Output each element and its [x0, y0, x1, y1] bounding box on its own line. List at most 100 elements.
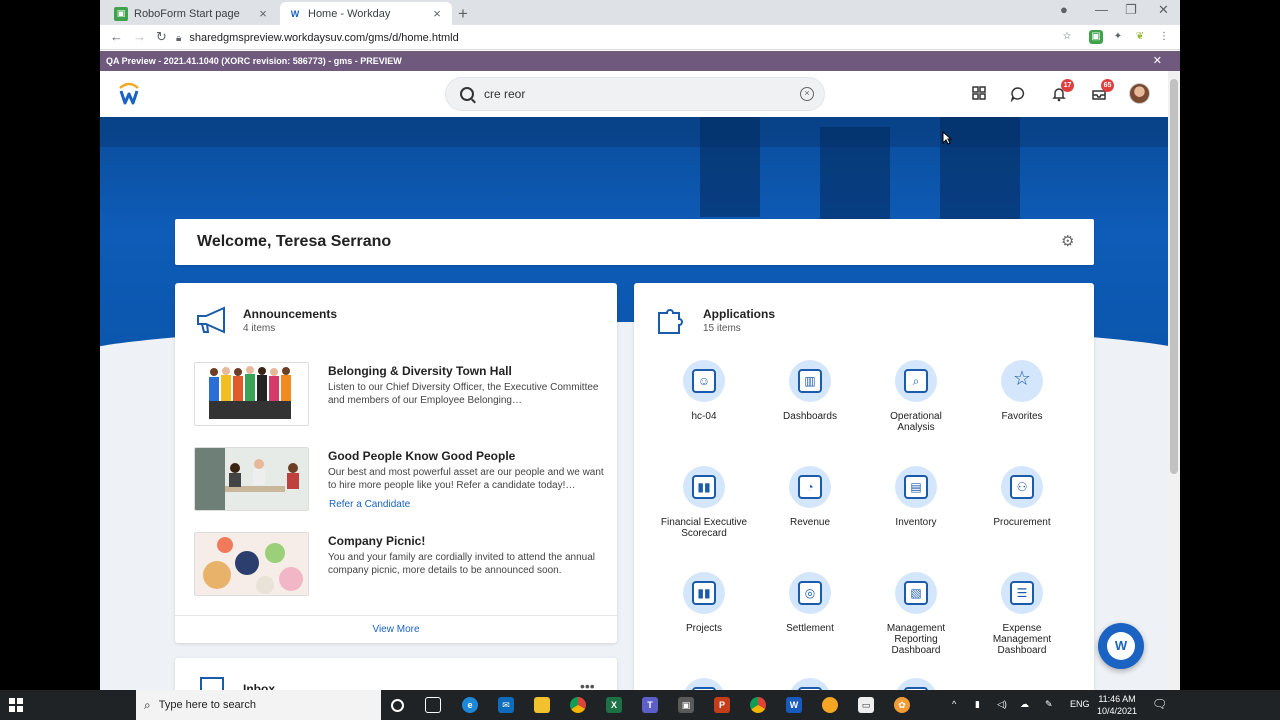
address-bar[interactable]: 🔒︎ sharedgmspreview.workdaysuv.com/gms/d…: [176, 28, 1076, 48]
app-management-reporting-dashboard[interactable]: ▧ Management Reporting Dashboard: [871, 572, 961, 656]
volume-icon[interactable]: ◁): [997, 699, 1007, 710]
language-indicator[interactable]: ENG: [1070, 699, 1090, 709]
app-revenue[interactable]: ◔ Revenue: [765, 466, 855, 528]
workday-favicon-icon: W: [288, 6, 302, 21]
announcement-title[interactable]: Good People Know Good People: [328, 449, 515, 463]
cloud-icon[interactable]: ☁: [1020, 699, 1029, 710]
store-icon[interactable]: ▣: [678, 697, 694, 713]
expense-icon: ☰: [1001, 572, 1043, 614]
chrome-icon[interactable]: [750, 697, 766, 713]
app-label: Operational Analysis: [890, 411, 942, 433]
excel-icon[interactable]: X: [606, 697, 622, 713]
usb-icon[interactable]: ▮: [975, 699, 980, 710]
close-banner-icon[interactable]: ✕: [1153, 54, 1162, 67]
powerpoint-icon[interactable]: P: [714, 697, 730, 713]
app-icon[interactable]: [822, 697, 838, 713]
app-inventory[interactable]: ▤ Inventory: [871, 466, 961, 528]
tab-roboform[interactable]: ▣ RoboForm Start page ×: [106, 2, 278, 25]
refer-candidate-link[interactable]: Refer a Candidate: [329, 499, 410, 510]
forward-icon[interactable]: →: [133, 29, 146, 44]
cortana-icon[interactable]: [391, 699, 404, 712]
app-financial-executive-scorecard[interactable]: ▮▮ Financial Executive Scorecard: [659, 466, 749, 539]
teams-icon[interactable]: T: [642, 697, 658, 713]
app-dashboards[interactable]: ▥ Dashboards: [765, 360, 855, 422]
workday-page: cre reor × 17 65 Welcome, Teresa Serrano…: [100, 71, 1168, 690]
address-toolbar: ← → ↻ 🔒︎ sharedgmspreview.workdaysuv.com…: [100, 25, 1180, 50]
page-scrollbar[interactable]: [1168, 71, 1180, 690]
meeting-image: [194, 447, 309, 511]
clear-search-icon[interactable]: ×: [800, 87, 814, 101]
edge-icon[interactable]: e: [462, 697, 478, 713]
reload-icon[interactable]: ↻: [156, 29, 167, 45]
more-options-icon[interactable]: •••: [580, 678, 595, 690]
dashboard-icon: ▥: [789, 360, 831, 402]
notification-center-icon[interactable]: 🗨︎: [1152, 697, 1167, 711]
clock-time: 11:46 AM: [1098, 694, 1136, 704]
close-tab-icon[interactable]: ×: [430, 6, 444, 21]
star-icon: ☆: [1001, 360, 1043, 402]
tab-label: Home - Workday: [308, 7, 391, 20]
preview-banner-text: QA Preview - 2021.41.1040 (XORC revision…: [106, 56, 402, 66]
windows-taskbar: ⌕ Type here to search e ✉ X T ▣ P W ▭ ✿ …: [0, 690, 1280, 720]
search-input[interactable]: cre reor: [484, 87, 525, 101]
workday-logo-icon[interactable]: [118, 82, 140, 106]
bookmark-star-icon[interactable]: ☆: [1060, 30, 1074, 44]
assistant-fab-button[interactable]: W: [1098, 623, 1144, 669]
view-more-link[interactable]: View More: [175, 615, 617, 643]
word-icon[interactable]: W: [786, 697, 802, 713]
back-icon[interactable]: ←: [110, 29, 123, 44]
announcement-body: Our best and most powerful asset are our…: [328, 467, 604, 491]
windows-start-icon[interactable]: [9, 698, 23, 712]
app-label: Dashboards: [783, 411, 837, 422]
file-explorer-icon[interactable]: [534, 697, 550, 713]
app-partial[interactable]: [765, 678, 855, 690]
app-settlement[interactable]: ◎ Settlement: [765, 572, 855, 634]
scrollbar-thumb[interactable]: [1170, 79, 1178, 474]
close-window-icon[interactable]: ✕: [1158, 2, 1169, 18]
coins-icon: ◎: [789, 572, 831, 614]
app-favorites[interactable]: ☆ Favorites: [977, 360, 1067, 422]
chat-icon[interactable]: [1010, 86, 1026, 103]
announcement-title[interactable]: Company Picnic!: [328, 534, 425, 548]
taskbar-search[interactable]: ⌕ Type here to search: [136, 690, 381, 720]
diversity-image: [194, 362, 309, 426]
app-procurement[interactable]: ⚇ Procurement: [977, 466, 1067, 528]
apps-grid-icon[interactable]: [971, 86, 987, 102]
chrome-icon[interactable]: [570, 697, 586, 713]
pen-icon[interactable]: ✎: [1045, 699, 1053, 710]
roboform-extension-icon[interactable]: ▣: [1089, 30, 1103, 44]
app-partial[interactable]: [871, 678, 961, 690]
applications-title: Applications: [703, 307, 776, 321]
tray-expand-icon[interactable]: ^: [952, 699, 956, 709]
search-icon: [460, 87, 474, 101]
announcements-count: 4 items: [243, 323, 276, 334]
app-expense-management-dashboard[interactable]: ☰ Expense Management Dashboard: [977, 572, 1067, 656]
app-projects[interactable]: ▮▮ Projects: [659, 572, 749, 634]
maximize-icon[interactable]: ❐: [1125, 2, 1137, 18]
window-icon[interactable]: ▭: [858, 697, 874, 713]
minimize-icon[interactable]: —: [1095, 2, 1108, 17]
avatar[interactable]: [1129, 83, 1150, 104]
gear-icon[interactable]: ⚙: [1061, 234, 1076, 249]
extension-leaf-icon[interactable]: ❦: [1133, 30, 1147, 44]
extensions-icon[interactable]: ✦: [1111, 30, 1125, 44]
announcement-title[interactable]: Belonging & Diversity Town Hall: [328, 364, 512, 378]
procurement-icon: ⚇: [1001, 466, 1043, 508]
app-hc-04[interactable]: ☺ hc-04: [659, 360, 749, 422]
hero-skyline: [100, 117, 1168, 147]
mouse-cursor-icon: [942, 131, 952, 145]
more-menu-icon[interactable]: ⋮: [1157, 30, 1171, 44]
clock[interactable]: 11:46 AM 10/4/2021: [1092, 693, 1142, 717]
app-partial[interactable]: [659, 678, 749, 690]
pie-board-icon: ◔: [789, 466, 831, 508]
mail-icon[interactable]: ✉: [498, 697, 514, 713]
profile-menu-icon[interactable]: ●: [1060, 2, 1068, 17]
tab-workday[interactable]: W Home - Workday ×: [280, 2, 452, 25]
close-tab-icon[interactable]: ×: [256, 6, 270, 21]
app-icon[interactable]: ✿: [894, 697, 910, 713]
search-bar[interactable]: cre reor ×: [445, 77, 825, 111]
app-label: hc-04: [691, 411, 717, 422]
new-tab-icon[interactable]: +: [458, 4, 468, 24]
app-operational-analysis[interactable]: ⌕ Operational Analysis: [871, 360, 961, 433]
task-view-icon[interactable]: [425, 697, 441, 713]
